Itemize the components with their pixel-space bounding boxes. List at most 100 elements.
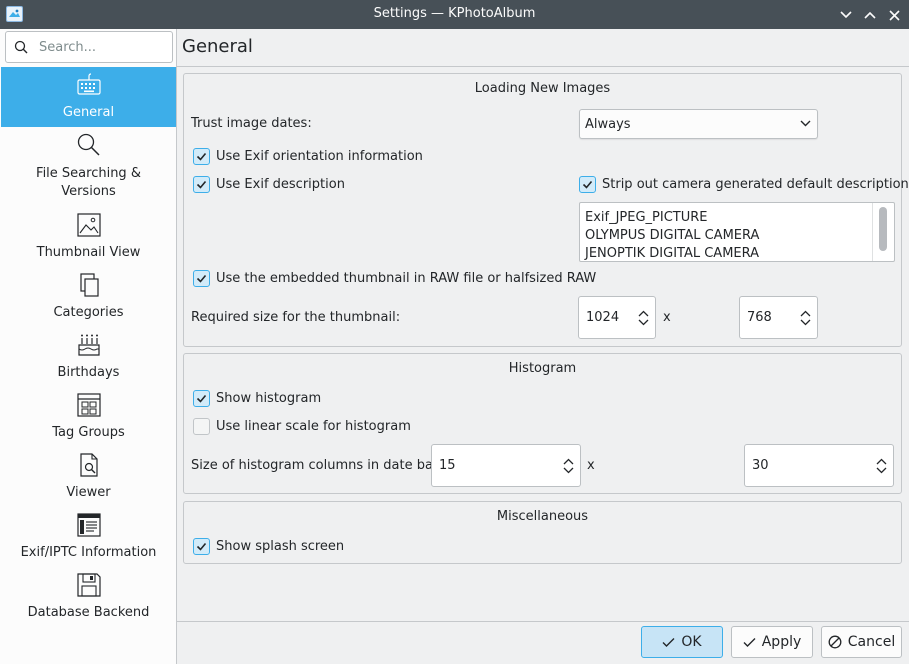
documents-icon: [80, 273, 99, 297]
splash-screen-label: Show splash screen: [216, 539, 345, 554]
cake-icon: [78, 334, 100, 356]
linear-scale-checkbox[interactable]: [193, 418, 210, 435]
sidebar-item-general[interactable]: General: [1, 67, 176, 127]
sidebar-item-label: Database Backend: [27, 605, 150, 620]
group-title: Histogram: [508, 361, 577, 376]
close-icon[interactable]: [884, 5, 904, 25]
spinbox-value: 30: [752, 458, 769, 473]
sidebar-item-tag-groups[interactable]: Tag Groups: [1, 387, 176, 447]
scrollbar-thumb[interactable]: [879, 207, 887, 251]
list-item[interactable]: OLYMPUS DIGITAL CAMERA: [585, 228, 759, 243]
search-placeholder: Search...: [39, 40, 97, 55]
floppy-icon: [77, 573, 101, 597]
check-icon: [743, 637, 756, 647]
cancel-button[interactable]: Cancel: [821, 626, 902, 658]
check-icon: [662, 637, 675, 647]
sidebar-item-thumbnail-view[interactable]: Thumbnail View: [1, 207, 176, 267]
page-title: General: [182, 36, 253, 57]
scrollbar[interactable]: [872, 203, 894, 261]
divider: [177, 621, 909, 622]
spin-arrows-icon[interactable]: [800, 310, 811, 326]
sidebar-item-label: Birthdays: [57, 365, 120, 380]
check-icon: [196, 274, 207, 283]
sidebar-item-label: Tag Groups: [52, 425, 125, 440]
linear-scale-label: Use linear scale for histogram: [216, 419, 411, 434]
divider: [177, 66, 909, 67]
keyboard-icon: [77, 73, 101, 95]
sidebar-item-label: Exif/IPTC Information: [20, 545, 157, 560]
maximize-icon[interactable]: [860, 5, 880, 25]
ok-button[interactable]: OK: [641, 626, 723, 658]
strip-descriptions-list[interactable]: Exif_JPEG_PICTURE OLYMPUS DIGITAL CAMERA…: [579, 202, 895, 262]
exif-description-label: Use Exif description: [216, 177, 345, 192]
check-icon: [582, 180, 593, 189]
sidebar: Search... General File Searching & Versi…: [0, 29, 177, 664]
sidebar-item-label: Thumbnail View: [36, 245, 141, 260]
cancel-button-label: Cancel: [847, 634, 896, 650]
cancel-icon: [828, 635, 842, 649]
search-icon: [77, 133, 100, 156]
spinbox-value: 768: [747, 310, 772, 325]
group-title: Loading New Images: [474, 81, 611, 96]
document-search-icon: [80, 453, 98, 477]
spinbox-value: 15: [439, 458, 456, 473]
sidebar-item-label: File Searching & Versions: [36, 166, 141, 199]
histogram-column-height-spinbox[interactable]: 30: [744, 444, 894, 487]
check-icon: [196, 394, 207, 403]
spinbox-value: 1024: [586, 310, 620, 325]
search-input[interactable]: Search...: [5, 31, 173, 63]
sidebar-item-file-searching[interactable]: File Searching & Versions: [1, 127, 176, 205]
sidebar-item-label: General: [62, 105, 115, 120]
sidebar-item-database-backend[interactable]: Database Backend: [1, 567, 176, 627]
strip-descriptions-label: Strip out camera generated default descr…: [602, 177, 909, 192]
group-title: Miscellaneous: [496, 509, 589, 524]
check-icon: [196, 542, 207, 551]
window-title: Settings — KPhotoAlbum: [373, 6, 536, 21]
exif-orientation-checkbox[interactable]: [193, 148, 210, 165]
histogram-group: Histogram Show histogram Use linear scal…: [183, 353, 902, 494]
histogram-columns-label: Size of histogram columns in date bar:: [191, 458, 443, 473]
splash-screen-checkbox[interactable]: [193, 538, 210, 555]
spin-arrows-icon[interactable]: [563, 458, 574, 474]
thumbnail-height-spinbox[interactable]: 768: [739, 296, 818, 339]
sidebar-item-exif-iptc[interactable]: Exif/IPTC Information: [1, 507, 176, 567]
required-size-label: Required size for the thumbnail:: [191, 310, 401, 325]
sidebar-item-label: Viewer: [66, 485, 111, 500]
minimize-icon[interactable]: [836, 5, 856, 25]
check-icon: [196, 152, 207, 161]
strip-descriptions-checkbox[interactable]: [579, 176, 596, 193]
grid-icon: [77, 393, 101, 417]
trust-dates-select[interactable]: Always: [579, 109, 818, 139]
exif-orientation-label: Use Exif orientation information: [216, 149, 423, 164]
title-bar: Settings — KPhotoAlbum: [0, 0, 909, 29]
check-icon: [196, 180, 207, 189]
search-icon: [14, 40, 28, 54]
embedded-thumbnail-label: Use the embedded thumbnail in RAW file o…: [216, 271, 597, 286]
thumbnail-width-spinbox[interactable]: 1024: [578, 296, 656, 339]
sidebar-item-label: Categories: [53, 305, 124, 320]
show-histogram-label: Show histogram: [216, 391, 322, 406]
apply-button-label: Apply: [761, 634, 802, 650]
show-histogram-checkbox[interactable]: [193, 390, 210, 407]
list-item[interactable]: Exif_JPEG_PICTURE: [585, 210, 708, 225]
size-separator: x: [663, 310, 671, 325]
size-separator: x: [587, 458, 595, 473]
exif-description-checkbox[interactable]: [193, 176, 210, 193]
spin-arrows-icon[interactable]: [638, 310, 649, 326]
embedded-thumbnail-checkbox[interactable]: [193, 270, 210, 287]
document-table-icon: [77, 513, 101, 537]
sidebar-item-birthdays[interactable]: Birthdays: [1, 327, 176, 387]
histogram-column-width-spinbox[interactable]: 15: [431, 444, 581, 487]
apply-button[interactable]: Apply: [731, 626, 813, 658]
sidebar-item-categories[interactable]: Categories: [1, 267, 176, 327]
image-icon: [77, 213, 101, 237]
miscellaneous-group: Miscellaneous Show splash screen: [183, 501, 902, 564]
spin-arrows-icon[interactable]: [876, 458, 887, 474]
select-value: Always: [585, 117, 631, 132]
chevron-down-icon: [800, 120, 811, 127]
list-item[interactable]: JENOPTIK DIGITAL CAMERA: [585, 246, 759, 261]
sidebar-item-viewer[interactable]: Viewer: [1, 447, 176, 507]
ok-button-label: OK: [681, 634, 702, 650]
loading-new-images-group: Loading New Images Trust image dates: Al…: [183, 73, 909, 347]
trust-dates-label: Trust image dates:: [191, 116, 312, 131]
